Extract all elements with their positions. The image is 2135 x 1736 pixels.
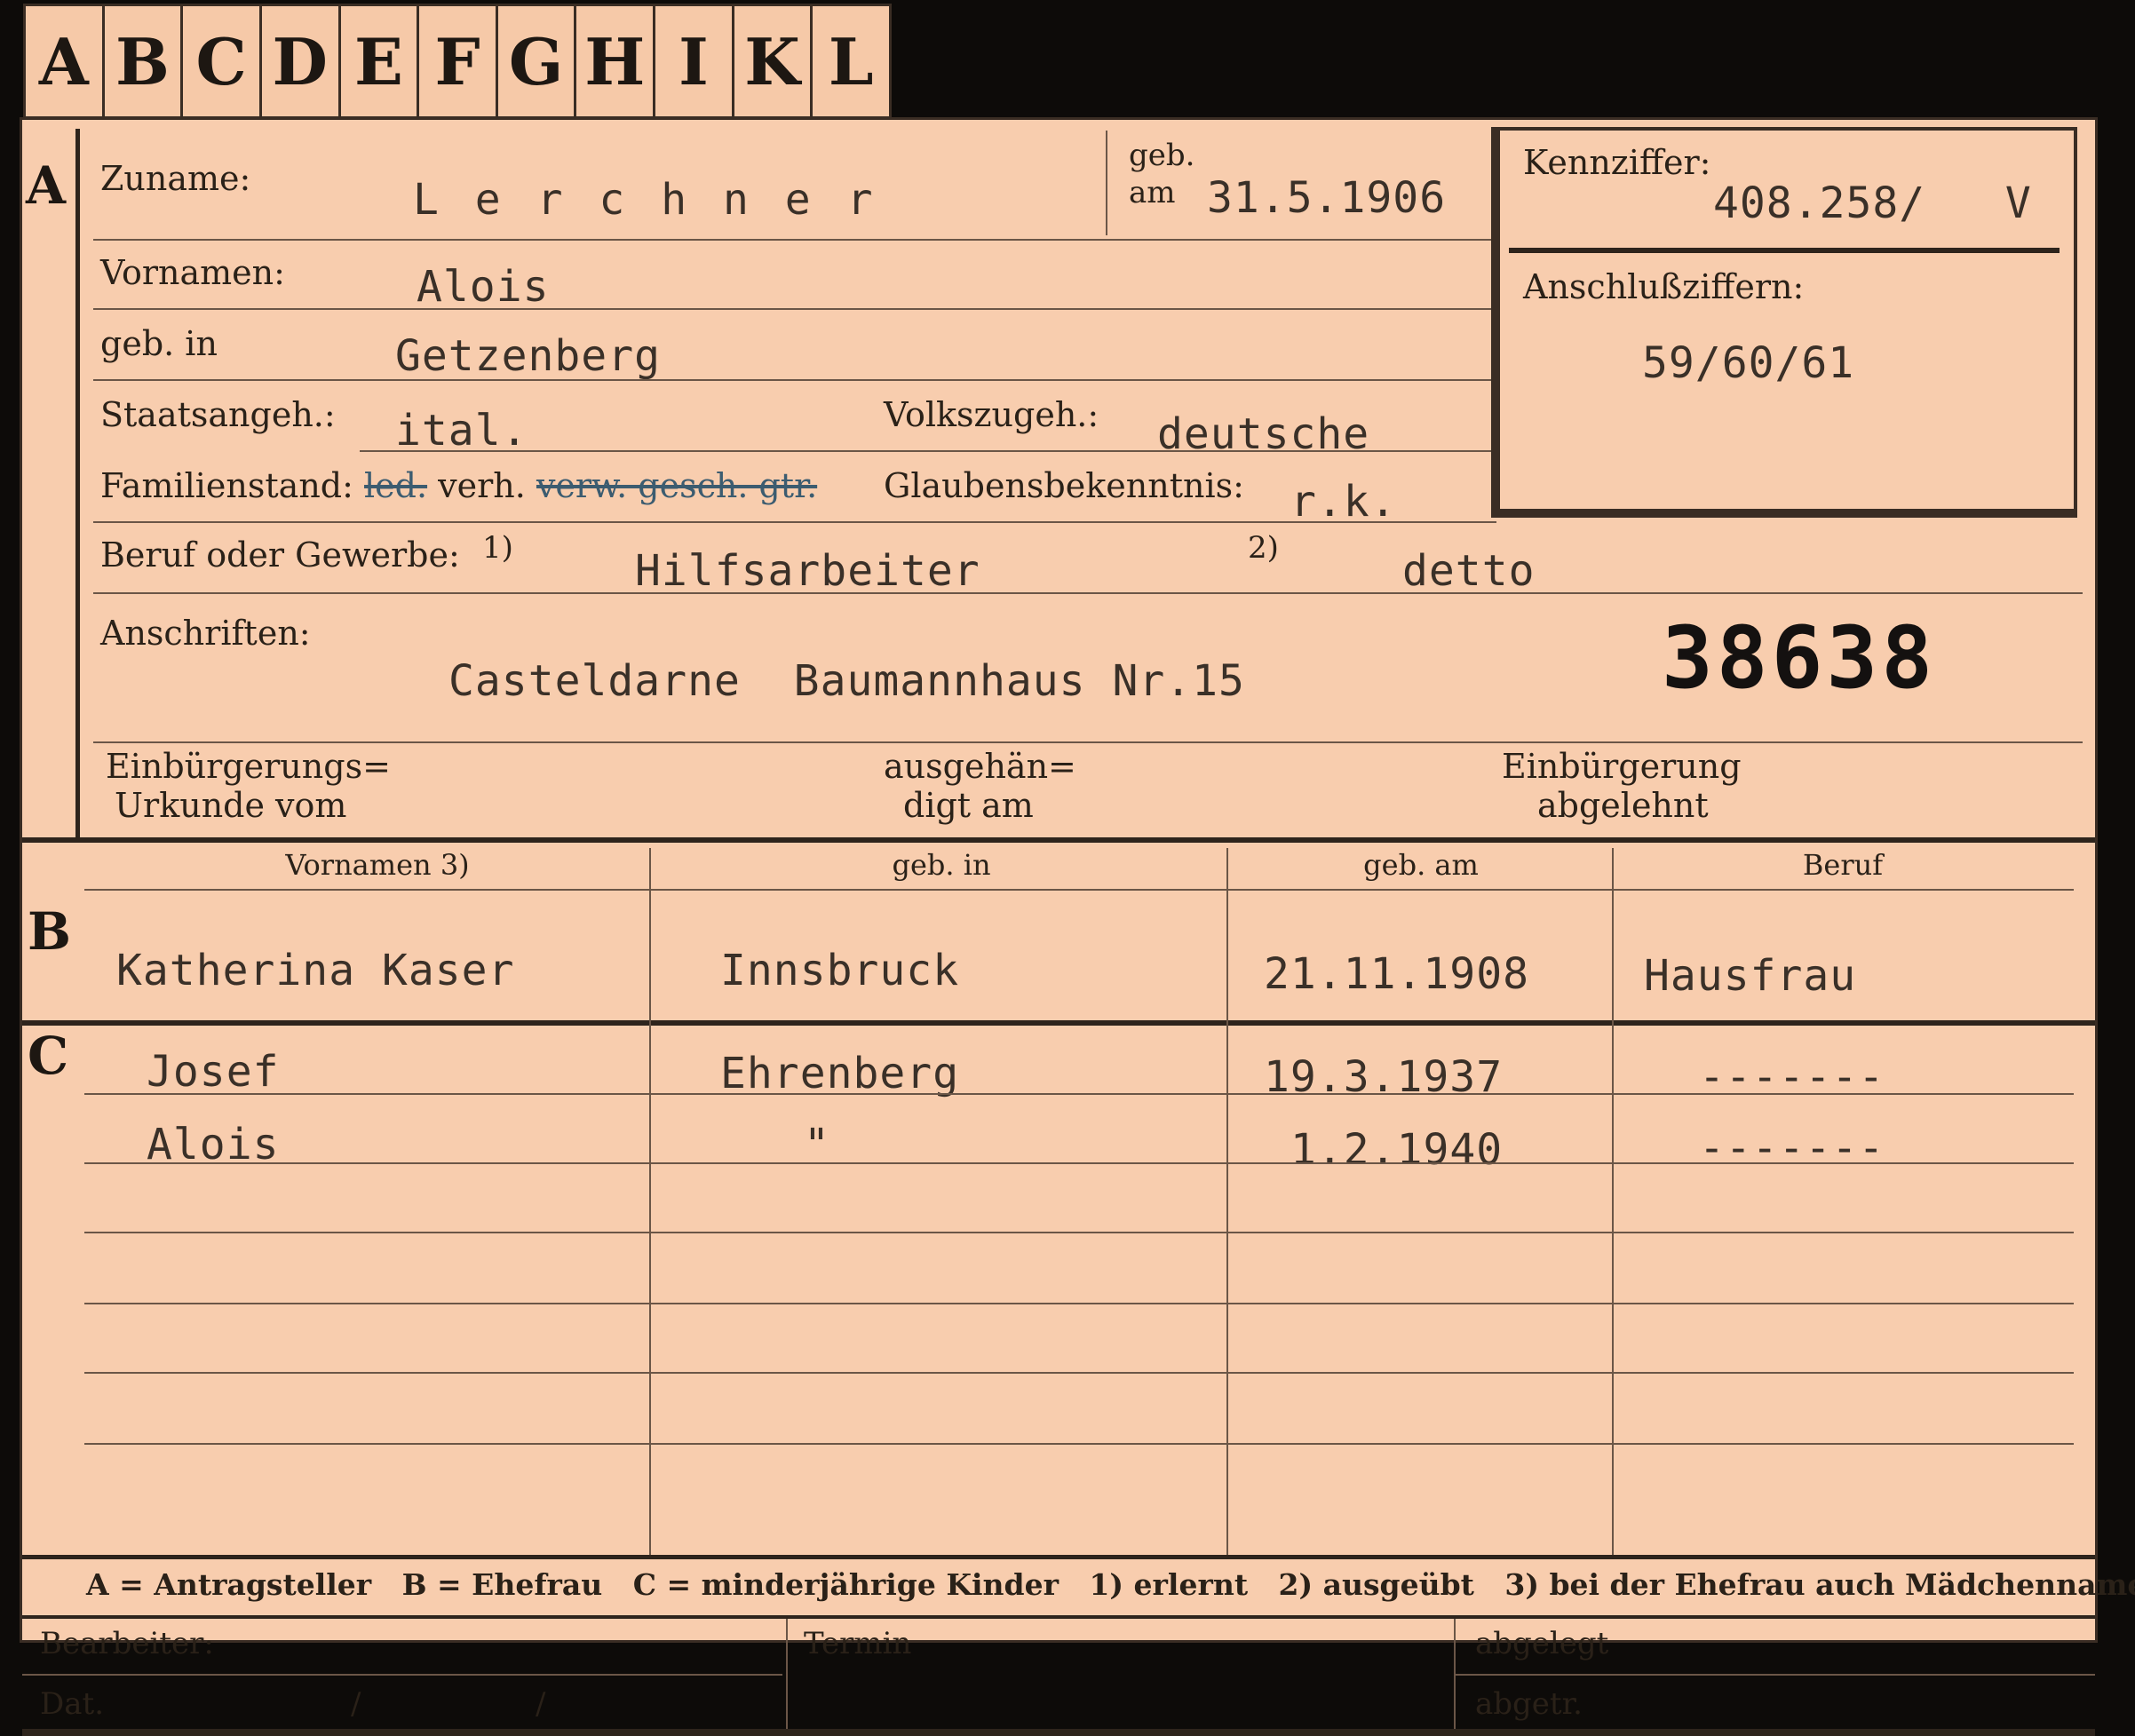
given-names-value: Alois	[417, 262, 550, 312]
reference-code-value: 408.258/ V	[1713, 178, 2032, 228]
religion-label: Glaubensbekenntnis:	[884, 466, 1244, 505]
address-label: Anschriften:	[100, 614, 311, 653]
section-b-letter: B	[28, 901, 72, 962]
reference-box: Kennziffer: 408.258/ V Anschlußziffern: …	[1491, 127, 2077, 518]
deadline-label: Termin	[804, 1626, 912, 1661]
index-tab: K	[734, 6, 814, 116]
index-tab: D	[262, 6, 341, 116]
reference-code-label: Kennziffer:	[1523, 143, 1711, 182]
rejected-label-2: abgelehnt	[1537, 786, 1709, 825]
wife-name: Katherina Kaser	[116, 946, 515, 995]
rejected-label-1: Einbürgerung	[1502, 747, 1742, 786]
marital-struck-option: led.	[364, 466, 428, 505]
handed-label-1: ausgehän=	[884, 747, 1076, 786]
ethnicity-label: Volkszugeh.:	[884, 395, 1099, 434]
handed-label-2: digt am	[903, 786, 1034, 825]
citizenship-value: ital.	[395, 406, 528, 456]
given-names-label: Vornamen:	[100, 253, 285, 292]
marital-struck-options: verw. gesch. gtr.	[536, 466, 818, 505]
index-tab: L	[828, 23, 874, 99]
index-tab-strip: A B C D E F G H I K L	[23, 4, 892, 119]
birthplace-label: geb. in	[100, 324, 218, 363]
section-c-letter: C	[28, 1026, 69, 1086]
wife-dob: 21.11.1908	[1264, 949, 1529, 999]
date-separator: /	[351, 1686, 361, 1722]
religion-value: r.k.	[1290, 477, 1397, 527]
child-birthplace: Ehrenberg	[720, 1049, 960, 1098]
dob-value: 31.5.1906	[1207, 173, 1447, 223]
dob-label-am: am	[1129, 175, 1176, 210]
occupation-label: Beruf oder Gewerbe:	[100, 535, 460, 575]
linked-numbers-value: 59/60/61	[1642, 338, 1855, 388]
footnote-marker-2: 2)	[1248, 530, 1279, 566]
date-separator: /	[536, 1686, 546, 1722]
index-tab: A	[26, 6, 105, 116]
surname-label: Zuname:	[100, 159, 251, 198]
address-value: Casteldarne Baumannhaus Nr.15	[448, 656, 1245, 706]
child-occupation: -------	[1699, 1123, 1885, 1173]
wife-header-occupation: Beruf	[1802, 848, 1884, 882]
index-tab: I	[655, 6, 734, 116]
file-number: 38638	[1662, 608, 1936, 708]
marital-status-label-text: Familienstand:	[100, 466, 353, 505]
dob-label-geb: geb.	[1129, 138, 1195, 173]
registration-card: A B C Zuname: L e r c h n e r geb. am 31…	[20, 117, 2135, 1736]
citizenship-label: Staatsangeh.:	[100, 395, 336, 434]
wife-header-birthplace: geb. in	[892, 848, 991, 882]
index-tab: G	[498, 6, 577, 116]
index-tab: F	[419, 6, 498, 116]
birthplace-value: Getzenberg	[395, 331, 661, 381]
separated-label: abgetr.	[1475, 1686, 1583, 1722]
occupation-practiced-value: detto	[1402, 546, 1536, 596]
date-label: Dat.	[40, 1686, 105, 1722]
section-a-letter: A	[26, 155, 67, 216]
wife-occupation: Hausfrau	[1644, 951, 1857, 1001]
occupation-learned-value: Hilfsarbeiter	[635, 546, 980, 596]
surname-value: L e r c h n e r	[413, 175, 878, 225]
legend: A = Antragsteller B = Ehefrau C = minder…	[86, 1567, 2135, 1602]
wife-header-given-names: Vornamen 3)	[285, 848, 470, 882]
child-name: Josef	[147, 1047, 280, 1097]
footnote-marker-1: 1)	[482, 530, 513, 566]
filed-label: abgelegt	[1475, 1626, 1609, 1661]
naturalization-label-2: Urkunde vom	[115, 786, 347, 825]
linked-numbers-label: Anschlußziffern:	[1523, 267, 1805, 306]
naturalization-label-1: Einbürgerungs=	[106, 747, 391, 786]
marital-status-label: Familienstand: led. verh. verw. gesch. g…	[100, 466, 817, 505]
index-tab: H	[576, 6, 656, 116]
index-tab: B	[105, 6, 184, 116]
section-a-margin	[75, 129, 80, 839]
wife-birthplace: Innsbruck	[720, 946, 960, 995]
index-tab: C	[183, 6, 262, 116]
clerk-label: Bearbeiter:	[40, 1626, 214, 1661]
wife-header-dob: geb. am	[1363, 848, 1479, 882]
index-tab: E	[341, 6, 420, 116]
child-dob: 1.2.1940	[1290, 1125, 1504, 1175]
marital-status-verh: verh.	[438, 466, 526, 505]
